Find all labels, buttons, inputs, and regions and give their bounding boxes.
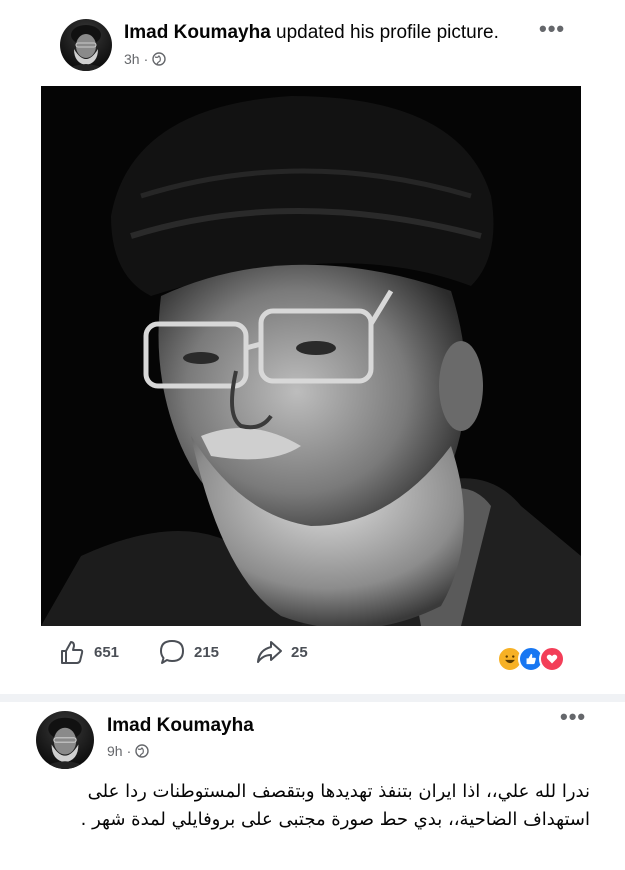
post-text: ندرا لله علي،، اذا ايران بتنفذ تهديدها و… [80, 781, 590, 830]
author-name[interactable]: Imad Koumayha [124, 22, 271, 43]
more-options-button[interactable]: ••• [560, 706, 586, 728]
avatar[interactable] [36, 711, 94, 769]
post-title: Imad Koumayha updated his profile pictur… [124, 22, 499, 44]
globe-icon [135, 744, 149, 758]
timestamp[interactable]: 3h [124, 51, 140, 67]
comment-button[interactable]: 215 [158, 638, 219, 666]
more-options-button[interactable]: ••• [539, 18, 565, 40]
reaction-summary[interactable] [497, 646, 565, 672]
timestamp[interactable]: 9h [107, 743, 123, 759]
avatar[interactable] [60, 19, 112, 71]
like-button[interactable]: 651 [58, 638, 119, 666]
globe-icon [152, 52, 166, 66]
like-count: 651 [94, 643, 120, 661]
share-button[interactable]: 25 [255, 638, 308, 666]
post-meta: 3h · [124, 51, 166, 67]
share-icon [257, 641, 282, 663]
post-meta: 9h · [107, 743, 149, 759]
meta-separator: · [126, 743, 132, 759]
profile-photo[interactable] [41, 86, 581, 626]
love-reaction-icon [539, 646, 565, 672]
action-text: updated his profile picture. [270, 22, 499, 43]
post-header: Imad Koumayha updated his profile pictur… [0, 0, 625, 80]
share-count: 25 [291, 643, 308, 661]
meta-separator: · [143, 51, 149, 67]
post-divider [0, 694, 625, 702]
comment-icon [160, 640, 184, 664]
comment-count: 215 [194, 643, 220, 661]
thumbs-up-icon [61, 641, 84, 664]
author-name[interactable]: Imad Koumayha [107, 715, 254, 737]
